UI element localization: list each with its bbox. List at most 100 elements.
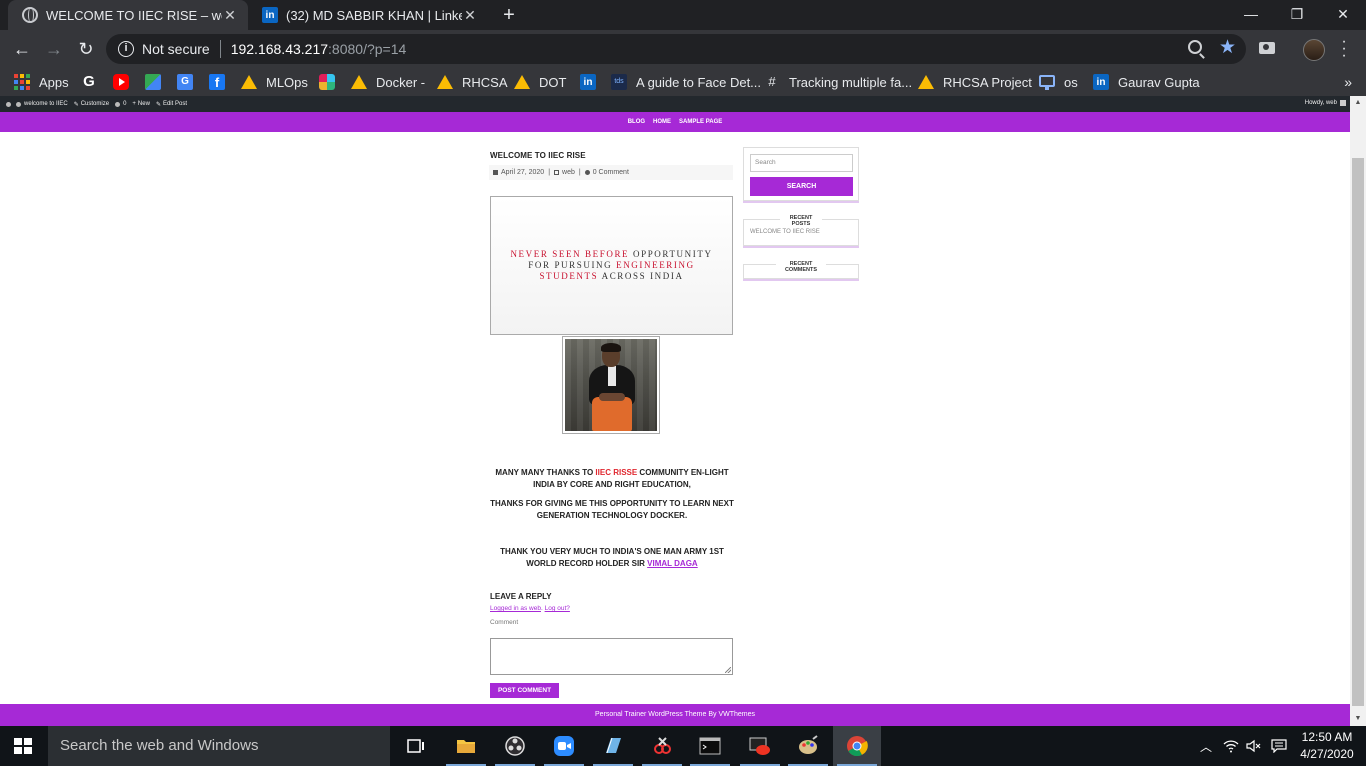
security-label[interactable]: Not secure	[142, 41, 210, 57]
post-comment-count[interactable]: 0 Comment	[593, 169, 629, 176]
task-view-button[interactable]	[392, 726, 440, 766]
search-icon[interactable]	[1188, 40, 1202, 54]
obs-button[interactable]	[491, 726, 539, 766]
bookmarks-more-button[interactable]: »	[1344, 74, 1352, 90]
tab-linkedin[interactable]: in (32) MD SABBIR KHAN | LinkedIn ✕	[248, 0, 488, 30]
banner-line-1: Never seen before opportunity	[510, 249, 712, 260]
action-center-icon[interactable]	[1268, 726, 1290, 766]
vimal-daga-link[interactable]: Vimal Daga	[647, 559, 698, 568]
highlight-text: IIEC RISSE	[595, 468, 638, 477]
forward-arrow-icon[interactable]: →	[42, 38, 66, 62]
new-tab-button[interactable]: +	[498, 4, 520, 26]
search-button[interactable]: SEARCH	[750, 177, 853, 196]
chrome-button[interactable]	[833, 726, 881, 766]
profile-avatar[interactable]	[1303, 39, 1325, 61]
drive-icon	[514, 75, 530, 89]
linkedin-icon: in	[1093, 74, 1109, 90]
back-arrow-icon[interactable]: ←	[10, 38, 34, 62]
bookmark-google[interactable]: G	[81, 72, 106, 92]
bookmark-facebook[interactable]: f	[209, 72, 234, 92]
kebab-menu-icon[interactable]: · · ·	[1338, 34, 1350, 64]
notepad-button[interactable]	[589, 726, 637, 766]
wp-edit-label: Edit Post	[162, 101, 187, 107]
cmd-button[interactable]	[736, 726, 784, 766]
windows-start-icon[interactable]	[14, 738, 32, 754]
file-explorer-button[interactable]	[442, 726, 490, 766]
minimize-button[interactable]: —	[1228, 0, 1274, 30]
comment-label: Comment	[490, 619, 519, 626]
banner-highlight: students	[539, 271, 599, 281]
wifi-icon[interactable]	[1220, 726, 1242, 766]
bookmark-dot[interactable]: DOT	[514, 72, 566, 92]
reload-icon[interactable]: ↻	[74, 38, 98, 62]
scrollbar-thumb[interactable]	[1352, 158, 1364, 706]
bookmark-rhcsa[interactable]: RHCSA	[437, 72, 508, 92]
url-host[interactable]: 192.168.43.217	[231, 41, 328, 57]
nav-link-home[interactable]: Home	[653, 119, 671, 125]
wp-customize-link[interactable]: ✎ Customize	[74, 101, 109, 108]
nav-link-sample-page[interactable]: Sample Page	[679, 119, 722, 125]
post-comment-button[interactable]: POST COMMENT	[490, 683, 559, 698]
wp-site-link[interactable]: welcome to IIEC	[16, 101, 68, 107]
snipping-tool-button[interactable]	[638, 726, 686, 766]
recent-posts-title: RECENT POSTS	[780, 215, 822, 227]
taskbar-clock[interactable]: 12:50 AM 4/27/2020	[1292, 729, 1362, 763]
camera-icon[interactable]	[1259, 42, 1275, 54]
banner-line-3: students across India	[539, 271, 683, 282]
bookmark-apps[interactable]: Apps	[14, 72, 69, 92]
paint-button[interactable]	[784, 726, 832, 766]
paragraph-text: Many many thanks to	[495, 468, 596, 477]
scroll-down-icon[interactable]: ▼	[1350, 712, 1366, 726]
wp-edit-post-link[interactable]: ✎ Edit Post	[156, 101, 187, 108]
snipping-icon	[654, 737, 671, 754]
url-path[interactable]: :8080/?p=14	[328, 41, 406, 57]
logout-link[interactable]: Log out?	[545, 605, 570, 612]
window-close-button[interactable]: ✕	[1320, 0, 1366, 30]
clock-time: 12:50 AM	[1301, 730, 1353, 744]
bookmark-tracking[interactable]: # Tracking multiple fa...	[764, 72, 912, 92]
wp-new-link[interactable]: + New	[132, 101, 150, 107]
tray-chevron-icon[interactable]: ︿	[1196, 726, 1216, 766]
bookmark-slack[interactable]	[319, 72, 344, 92]
obs-icon	[505, 736, 525, 756]
bookmark-maps[interactable]	[145, 72, 170, 92]
nav-link-blog[interactable]: Blog	[628, 119, 645, 125]
bookmark-translate[interactable]: G	[177, 72, 202, 92]
bookmark-rhcsa-project[interactable]: RHCSA Project	[918, 72, 1032, 92]
tab-title: WELCOME TO IIEC RISE – welcome	[46, 7, 222, 23]
close-icon[interactable]: ✕	[222, 7, 238, 24]
info-icon[interactable]: i	[118, 41, 134, 57]
bookmark-face-detection[interactable]: tds A guide to Face Det...	[611, 72, 761, 92]
zoom-button[interactable]	[540, 726, 588, 766]
close-icon[interactable]: ✕	[462, 7, 478, 24]
comment-icon	[584, 170, 590, 175]
address-bar[interactable]: i Not secure 192.168.43.217:8080/?p=14 ★	[106, 34, 1246, 64]
volume-muted-icon[interactable]	[1244, 726, 1264, 766]
tab-welcome[interactable]: WELCOME TO IIEC RISE – welcome ✕	[8, 0, 248, 30]
banner-text: across India	[598, 271, 684, 281]
post-author[interactable]: web	[562, 169, 575, 176]
logged-in-link[interactable]: Logged in as web	[490, 605, 541, 612]
recent-post-link[interactable]: WELCOME TO IIEC RISE	[750, 229, 820, 235]
bookmark-docker[interactable]: Docker -	[351, 72, 425, 92]
search-input[interactable]: Search	[750, 154, 853, 172]
bookmark-linkedin[interactable]: in	[580, 72, 605, 92]
bookmark-star-icon[interactable]: ★	[1219, 36, 1236, 59]
bookmark-youtube[interactable]	[113, 72, 138, 92]
wp-logo-icon[interactable]	[6, 101, 14, 107]
restore-button[interactable]: ❐	[1274, 0, 1320, 30]
page-scrollbar[interactable]: ▲ ▼	[1350, 96, 1366, 726]
bookmark-mlops[interactable]: MLOps	[241, 72, 308, 92]
bookmark-gaurav-gupta[interactable]: in Gaurav Gupta	[1093, 72, 1200, 92]
wp-comments-link[interactable]: 0	[115, 101, 126, 107]
facebook-icon: f	[209, 74, 225, 90]
taskbar-search-input[interactable]: Search the web and Windows	[48, 726, 390, 766]
post-date[interactable]: April 27, 2020	[501, 169, 544, 176]
bookmark-os[interactable]: os	[1039, 72, 1078, 92]
browser-toolbar: ← → ↻ i Not secure 192.168.43.217:8080/?…	[0, 30, 1366, 68]
scroll-up-icon[interactable]: ▲	[1350, 96, 1366, 110]
wp-howdy[interactable]: Howdy, web	[1305, 100, 1346, 106]
post-paragraph-3: thank you very much to India's one man a…	[490, 546, 734, 570]
terminal-button[interactable]	[686, 726, 734, 766]
comment-textarea[interactable]	[490, 638, 733, 675]
